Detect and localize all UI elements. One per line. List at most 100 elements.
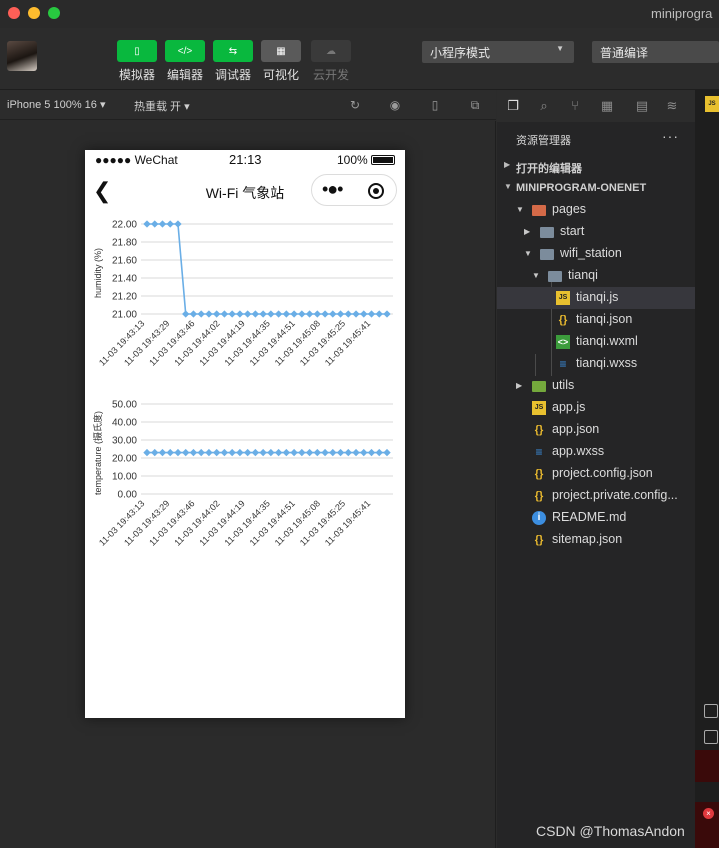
avatar[interactable] — [7, 41, 37, 71]
window-icon[interactable]: ⧉ — [468, 98, 482, 112]
device-select-value: iPhone 5 100% 16 — [7, 99, 97, 111]
js-file-icon[interactable]: JS — [705, 96, 719, 112]
chevron-right-icon: ▶ — [524, 227, 531, 236]
data-point — [313, 310, 321, 318]
close-icon[interactable] — [8, 7, 20, 19]
tree-item-app-json[interactable]: {} app.json — [497, 419, 695, 441]
data-point — [243, 310, 252, 318]
y-axis-label: humidity (%) — [93, 248, 103, 298]
editor-button[interactable]: </> 编辑器 — [165, 40, 205, 83]
data-point — [189, 448, 198, 457]
open-editors-section[interactable]: ▶ 打开的编辑器 — [497, 155, 695, 177]
tree-item-utils[interactable]: ▶ utils — [497, 375, 695, 397]
simulator-area: ●●●●● WeChat 21:13 100% ❮ Wi-Fi 气象站 •●• … — [0, 121, 496, 848]
data-point — [367, 448, 376, 457]
extensions-icon[interactable]: ▦ — [599, 98, 615, 114]
compile-select[interactable]: 普通编译 — [592, 41, 719, 63]
more-icon[interactable]: •●• — [322, 179, 344, 200]
data-point — [236, 310, 244, 318]
cloud-icon: ☁ — [311, 40, 351, 62]
refresh-icon[interactable]: ↻ — [348, 98, 362, 112]
data-point — [305, 448, 314, 457]
mode-select[interactable]: 小程序模式 ▼ — [422, 41, 574, 63]
more-icon[interactable]: ··· — [662, 128, 679, 144]
tree-item-sitemap[interactable]: {} sitemap.json — [497, 529, 695, 551]
tree-item-tianqi[interactable]: ▼ tianqi — [497, 265, 695, 287]
data-point — [143, 448, 151, 457]
tree-item-label: utils — [552, 378, 575, 392]
tree-item-label: project.private.config... — [552, 488, 678, 502]
tree-item-readme[interactable]: i README.md — [497, 507, 695, 529]
layout-icon: ▦ — [261, 40, 301, 62]
watermark: CSDN @ThomasAndon — [536, 823, 685, 839]
json-file-icon: {} — [534, 534, 544, 546]
activity-bar: ❐ ⌕ ⑂ ▦ ▤ ≋ — [497, 90, 695, 122]
phone-icon[interactable]: ▯ — [428, 98, 442, 112]
status-bar: ●●●●● WeChat 21:13 100% — [85, 150, 405, 170]
tree-item-start[interactable]: ▶ start — [497, 221, 695, 243]
series-line — [147, 223, 387, 315]
editor-strip: JS × — [695, 90, 719, 848]
data-point — [282, 310, 291, 318]
tree-item-tianqi-wxml[interactable]: <> tianqi.wxml — [497, 331, 695, 353]
tree-item-tianqi-js[interactable]: JS tianqi.js — [497, 287, 695, 309]
cloud-button[interactable]: ☁ 云开发 — [311, 40, 351, 83]
tree-item-wifi-station[interactable]: ▼ wifi_station — [497, 243, 695, 265]
folder-icon — [540, 227, 554, 238]
battery-percent: 100% — [337, 153, 368, 167]
tree-item-app-wxss[interactable]: ≡ app.wxss — [497, 441, 695, 463]
file-explorer: 资源管理器 ··· ▶ 打开的编辑器 ▼ MINIPROGRAM-ONENET … — [497, 122, 695, 848]
js-file-icon: JS — [532, 401, 546, 415]
tree-item-label: tianqi.wxss — [576, 356, 638, 370]
source-control-icon[interactable]: ⑂ — [567, 98, 583, 114]
editor-label: 编辑器 — [166, 68, 203, 82]
debugger-button[interactable]: ⇆ 调试器 — [213, 40, 253, 83]
tree-item-pages[interactable]: ▼ pages — [497, 199, 695, 221]
json-file-icon: {} — [534, 490, 544, 502]
y-tick-label: 21.60 — [112, 256, 137, 267]
tree-item-tianqi-wxss[interactable]: ≡ tianqi.wxss — [497, 353, 695, 375]
y-tick-label: 20.00 — [112, 454, 137, 465]
battery-icon — [370, 155, 395, 165]
wxml-file-icon: <> — [556, 335, 570, 349]
y-tick-label: 50.00 — [112, 400, 137, 411]
project-section[interactable]: ▼ MINIPROGRAM-ONENET — [497, 177, 695, 199]
y-tick-label: 21.40 — [112, 274, 137, 285]
hot-reload-toggle[interactable]: 热重载 开 ▾ — [134, 98, 190, 114]
data-point — [182, 448, 190, 457]
y-axis-label: temperature (摄氏度) — [92, 411, 103, 495]
data-point — [329, 448, 337, 457]
y-tick-label: 22.00 — [112, 220, 137, 231]
data-point — [158, 220, 167, 228]
close-miniprogram-icon[interactable] — [368, 183, 384, 199]
visual-button[interactable]: ▦ 可视化 — [261, 40, 301, 83]
data-point — [375, 448, 383, 457]
data-point — [352, 448, 360, 457]
info-icon: i — [532, 511, 546, 525]
js-file-icon: JS — [556, 291, 570, 305]
files-icon[interactable]: ❐ — [505, 98, 521, 114]
x-tick-label: 11-03 19:45:41 — [323, 318, 372, 367]
device-select[interactable]: iPhone 5 100% 16 ▾ — [7, 98, 106, 111]
phone-screen: ●●●●● WeChat 21:13 100% ❮ Wi-Fi 气象站 •●• … — [85, 150, 405, 718]
tree-item-project-private-config[interactable]: {} project.private.config... — [497, 485, 695, 507]
storage-icon[interactable]: ▤ — [634, 98, 650, 114]
data-point — [274, 448, 283, 457]
chevron-down-icon: ▼ — [524, 249, 532, 258]
minimize-icon[interactable] — [28, 7, 40, 19]
tree-item-app-js[interactable]: JS app.js — [497, 397, 695, 419]
play-icon[interactable] — [704, 730, 718, 744]
tree-item-project-config[interactable]: {} project.config.json — [497, 463, 695, 485]
simulator-button[interactable]: ▯ 模拟器 — [117, 40, 157, 83]
y-tick-label: 40.00 — [112, 418, 137, 429]
search-icon[interactable]: ⌕ — [536, 98, 552, 114]
data-point — [205, 310, 213, 318]
data-point — [220, 448, 229, 457]
tree-item-tianqi-json[interactable]: {} tianqi.json — [497, 309, 695, 331]
docker-icon[interactable]: ≋ — [664, 98, 680, 114]
error-icon: × — [703, 808, 714, 819]
data-point — [344, 310, 352, 318]
inspect-icon[interactable] — [704, 704, 718, 718]
maximize-icon[interactable] — [48, 7, 60, 19]
stop-icon[interactable]: ◉ — [388, 98, 402, 112]
